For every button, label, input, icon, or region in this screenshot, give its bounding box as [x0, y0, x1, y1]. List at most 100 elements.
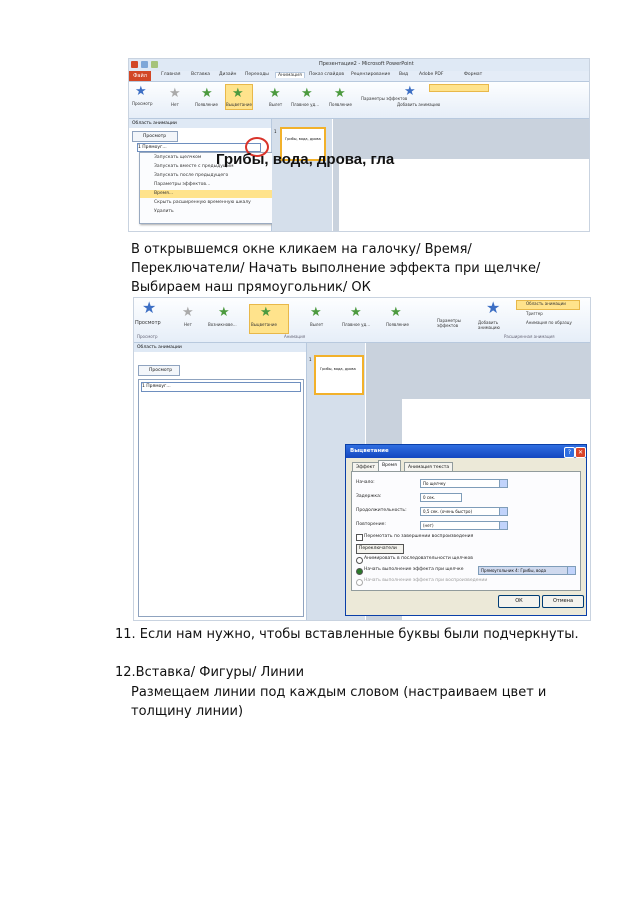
ribbon-appear2-label: Появление — [386, 322, 409, 327]
ribbon-flyin-label: Вылет — [310, 322, 324, 327]
play-button[interactable]: Просмотр — [138, 365, 180, 376]
delay-input[interactable]: 0 сек. — [420, 493, 462, 502]
none-star-icon[interactable]: ★ — [169, 87, 181, 100]
add-animation-star-icon[interactable]: ★ — [486, 300, 500, 316]
ribbon-flyin-label: Вылет — [269, 102, 283, 107]
appear-star-icon[interactable]: ★ — [218, 306, 230, 319]
ribbon-effect-options-label[interactable]: Параметры эффектов — [361, 96, 407, 101]
radio-start-on-play[interactable] — [356, 579, 363, 586]
radio-start-on-play-label: Начать выполнение эффекта при воспроизве… — [364, 578, 488, 583]
float-star-icon[interactable]: ★ — [301, 87, 313, 100]
chevron-down-icon[interactable] — [499, 508, 507, 515]
list-item-12-detail: Размещаем линии под каждым словом (настр… — [131, 685, 547, 719]
rewind-checkbox[interactable] — [356, 534, 363, 541]
menu-timing[interactable]: Время... — [140, 190, 272, 198]
cancel-button[interactable]: Отмена — [542, 595, 584, 608]
tab-view[interactable]: Вид — [399, 72, 408, 77]
ribbon-float-label: Плавное уд... — [342, 322, 371, 327]
play-button[interactable]: Просмотр — [132, 131, 178, 142]
repeat-select[interactable]: (нет) — [420, 521, 508, 530]
preview-star-icon[interactable]: ★ — [142, 300, 156, 316]
menu-remove[interactable]: Удалить — [140, 208, 272, 216]
fly-in-star-icon[interactable]: ★ — [269, 87, 281, 100]
list-item-12: 12.Вставка/ Фигуры/ Линии — [115, 665, 305, 680]
menu-effect-options[interactable]: Параметры эффектов... — [140, 181, 272, 189]
fade-star-icon[interactable]: ★ — [232, 87, 244, 100]
ribbon-animation-pane-label[interactable]: Область анимации — [526, 301, 566, 306]
save-icon[interactable] — [141, 61, 148, 68]
repeat-value: (нет) — [423, 523, 434, 528]
slide-thumbnail[interactable]: Грибы, вода, дрова — [314, 355, 364, 395]
tab-design[interactable]: Дизайн — [219, 72, 236, 77]
repeat-label: Повторение: — [356, 522, 386, 527]
dialog-title: Выцветание — [346, 445, 586, 458]
add-animation-star-icon[interactable]: ★ — [404, 85, 416, 98]
tab-insert[interactable]: Вставка — [191, 72, 210, 77]
ribbon-appear2-label: Появление — [329, 102, 352, 107]
tab-slideshow[interactable]: Показ слайдов — [309, 72, 344, 77]
slide-number: 1 — [309, 357, 312, 362]
duration-value: 0,5 сек. (очень быстро) — [423, 509, 473, 514]
ribbon: ★ Просмотр ★ Нет ★ Возникнове... ★ Выцве… — [134, 298, 590, 343]
duration-select[interactable]: 0,5 сек. (очень быстро) — [420, 507, 508, 516]
ribbon-effect-options-label[interactable]: Параметры эффектов — [437, 318, 475, 328]
trigger-shape-select[interactable]: Прямоугольник 4: Грибы, вода — [478, 566, 576, 575]
ribbon-animation-painter-label[interactable]: Анимация по образцу — [526, 320, 572, 325]
animation-pane-button-highlight[interactable] — [429, 84, 489, 92]
slide-number: 1 — [274, 129, 277, 134]
ribbon-tabs: Файл Главная Вставка Дизайн Переходы Ани… — [129, 71, 589, 82]
rewind-label: Перемотать по завершении воспроизведения — [364, 534, 474, 539]
appear-star-icon[interactable]: ★ — [201, 87, 213, 100]
timing-dialog: Выцветание ? ✕ Эффект Время Анимация тек… — [345, 444, 587, 616]
preview-star-icon[interactable]: ★ — [135, 85, 147, 98]
appear2-star-icon[interactable]: ★ — [390, 306, 402, 319]
chevron-down-icon[interactable] — [499, 522, 507, 529]
delay-value: 0 сек. — [423, 495, 436, 500]
window-title: Презентация2 - Microsoft PowerPoint — [319, 61, 414, 67]
radio-click-sequence[interactable] — [356, 557, 363, 564]
ribbon-appear-label: Возникнове... — [208, 322, 237, 327]
slide-editor — [333, 119, 589, 231]
start-label: Начало: — [356, 480, 375, 485]
menu-hide-timeline[interactable]: Скрыть расширенную временную шкалу — [140, 199, 272, 207]
tab-format[interactable]: Формат — [464, 72, 482, 77]
animation-list-row[interactable]: 1 Прямоуг... — [141, 382, 301, 392]
chevron-down-icon[interactable] — [499, 480, 507, 487]
tab-transitions[interactable]: Переходы — [245, 72, 269, 77]
group-label-preview: Просмотр — [137, 334, 158, 339]
window-titlebar: Презентация2 - Microsoft PowerPoint — [129, 59, 589, 71]
screenshot-animation-menu: Презентация2 - Microsoft PowerPoint Файл… — [128, 58, 590, 232]
radio-click-sequence-label: Анимировать в последовательности щелчков — [364, 556, 473, 561]
ribbon-fade-label: Выцветание — [226, 102, 252, 107]
close-icon[interactable]: ✕ — [575, 447, 586, 458]
fly-in-star-icon[interactable]: ★ — [310, 306, 322, 319]
undo-icon[interactable] — [151, 61, 158, 68]
tab-home[interactable]: Главная — [161, 72, 180, 77]
tab-adobe-pdf[interactable]: Adobe PDF — [419, 72, 443, 77]
tab-file[interactable]: Файл — [129, 71, 151, 81]
tab-animation[interactable]: Анимация — [275, 72, 305, 78]
delay-label: Задержка: — [356, 494, 382, 499]
trigger-shape-value: Прямоугольник 4: Грибы, вода — [481, 568, 547, 573]
ok-button[interactable]: ОК — [498, 595, 540, 608]
ribbon-add-animation-label[interactable]: Добавить анимацию — [397, 102, 440, 107]
instruction-paragraph: В открывшемся окне кликаем на галочку/ В… — [131, 242, 541, 295]
radio-start-on-click-of[interactable] — [356, 568, 363, 575]
animation-pane: Область анимации Просмотр 1 Прямоуг... — [134, 343, 307, 620]
menu-start-after-previous[interactable]: Запускать после предыдущего — [140, 172, 272, 180]
ribbon-add-animation-label[interactable]: Добавить анимацию — [478, 320, 514, 330]
start-select[interactable]: По щелчку — [420, 479, 508, 488]
none-star-icon[interactable]: ★ — [182, 306, 194, 319]
triggers-button[interactable]: Переключатели — [356, 544, 404, 554]
fade-star-icon[interactable]: ★ — [260, 306, 272, 319]
ribbon-preview-label: Просмотр — [135, 320, 161, 326]
tab-review[interactable]: Рецензирование — [351, 72, 390, 77]
list-item-11: 11. Если нам нужно, чтобы вставленные бу… — [115, 627, 579, 642]
chevron-down-icon[interactable] — [567, 567, 575, 574]
appear2-star-icon[interactable]: ★ — [334, 87, 346, 100]
ribbon-preview-label: Просмотр — [132, 101, 153, 106]
ribbon-trigger-label[interactable]: Триггер — [526, 311, 543, 316]
slide-thumbnail-text: Грибы, вода, дрова — [320, 367, 356, 371]
help-icon[interactable]: ? — [564, 447, 575, 458]
float-star-icon[interactable]: ★ — [350, 306, 362, 319]
